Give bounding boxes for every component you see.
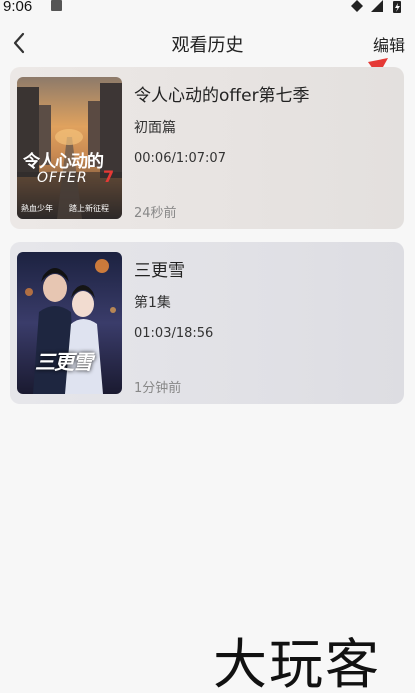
history-item-info: 令人心动的offer第七季 初面篇 00:06/1:07:07 24秒前 [134,67,394,229]
status-time: 9:06 [3,0,33,15]
page: 9:06 观看历史 编辑 令人心动的 OFFER 7 熱血少年 踏上新征程 令人… [0,0,415,693]
poster-title-text: 令人心动的 [23,152,104,172]
episode-label: 第1集 [134,295,171,311]
system-icons [351,0,401,13]
history-item-info: 三更雪 第1集 01:03/18:56 1分钟前 [134,242,394,404]
poster-image: 令人心动的 OFFER 7 熱血少年 踏上新征程 [17,77,122,219]
notification-icon [51,0,62,11]
edit-button[interactable]: 编辑 [373,32,405,56]
play-progress: 01:03/18:56 [134,326,214,341]
poster-title-text: 三更雪 [35,350,93,374]
page-title: 观看历史 [171,35,244,56]
play-progress: 00:06/1:07:07 [134,151,226,166]
status-bar: 9:06 [0,0,415,18]
show-name: 三更雪 [134,261,185,281]
poster-sub-text: OFFER [37,170,88,186]
show-name: 令人心动的offer第七季 [134,86,310,106]
poster-image: 三更雪 [17,252,122,394]
poster-number: 7 [103,167,115,186]
poster-tag-right: 踏上新征程 [69,204,109,213]
episode-label: 初面篇 [134,120,176,136]
watermark-text: 大玩客 [213,633,381,693]
watched-time: 24秒前 [134,206,177,221]
header-bar: 观看历史 编辑 [0,26,415,60]
watched-time: 1分钟前 [134,381,182,396]
history-item[interactable]: 令人心动的 OFFER 7 熱血少年 踏上新征程 令人心动的offer第七季 初… [10,67,404,229]
history-item[interactable]: 三更雪 三更雪 第1集 01:03/18:56 1分钟前 [10,242,404,404]
poster-tag-left: 熱血少年 [21,204,53,213]
